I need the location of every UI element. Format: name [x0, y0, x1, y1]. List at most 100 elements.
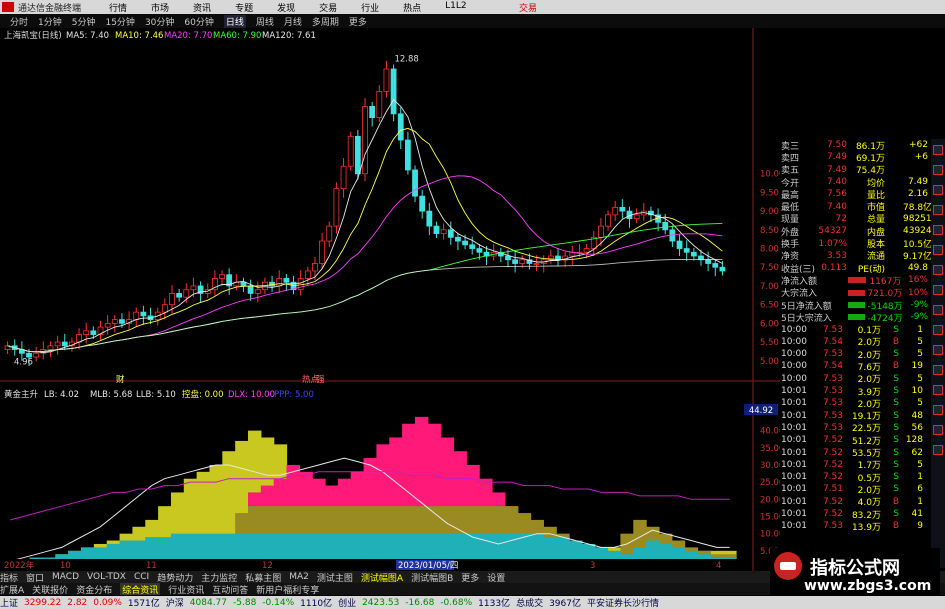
indicator-tab[interactable]: 主力监控 [201, 571, 237, 584]
tool-icon[interactable] [933, 445, 943, 455]
candle-body[interactable] [455, 236, 461, 242]
candle-body[interactable] [469, 244, 476, 249]
candle-body[interactable] [283, 278, 290, 283]
candle-body[interactable] [419, 195, 426, 212]
info-tab[interactable]: 新用户福利专享 [256, 583, 319, 596]
candle-body[interactable] [33, 352, 40, 358]
menu-item[interactable]: 资讯 [193, 1, 211, 14]
candle-body[interactable] [61, 341, 68, 347]
indicator-tab[interactable]: 窗口 [26, 571, 44, 584]
info-tab[interactable]: 综合资讯 [120, 583, 161, 595]
candle-body[interactable] [433, 225, 440, 234]
candle-body[interactable] [276, 278, 283, 287]
tool-icon[interactable] [933, 265, 943, 275]
candle-body[interactable] [712, 263, 719, 268]
candle-body[interactable] [690, 251, 697, 257]
info-tab[interactable]: 互动问答 [212, 583, 248, 596]
candle-body[interactable] [440, 229, 447, 234]
indicator-tab[interactable]: 测试主图 [317, 571, 353, 584]
candle-body[interactable] [362, 105, 368, 175]
candle-body[interactable] [219, 274, 225, 279]
indicator-tab[interactable]: 私募主图 [245, 571, 281, 584]
candle-body[interactable] [683, 248, 690, 253]
candle-body[interactable] [612, 206, 619, 216]
candle-body[interactable] [354, 135, 361, 175]
candle-body[interactable] [319, 240, 326, 264]
candle-body[interactable] [512, 259, 519, 264]
period-tab[interactable]: 月线 [284, 15, 302, 28]
candle-body[interactable] [597, 225, 604, 238]
tool-icon[interactable] [933, 325, 943, 335]
tool-icon[interactable] [933, 205, 943, 215]
period-tab[interactable]: 5分钟 [72, 15, 96, 28]
period-tab[interactable]: 日线 [223, 14, 246, 28]
candle-body[interactable] [605, 214, 611, 227]
tool-icon[interactable] [933, 225, 943, 235]
indicator-tab[interactable]: 趋势动力 [157, 571, 193, 584]
period-tab[interactable]: 分时 [10, 15, 28, 28]
period-tab[interactable]: 周线 [256, 15, 274, 28]
tool-icon[interactable] [933, 425, 943, 435]
menu-item[interactable]: 行情 [109, 1, 127, 14]
candle-body[interactable] [390, 68, 397, 115]
indicator-tab[interactable]: CCI [134, 572, 149, 582]
tool-icon[interactable] [933, 245, 943, 255]
candle-body[interactable] [404, 139, 411, 171]
candle-body[interactable] [140, 311, 147, 317]
indicator-tab[interactable]: 更多 [461, 571, 479, 584]
candle-body[interactable] [104, 322, 111, 328]
indicator-tab[interactable]: VOL-TDX [87, 572, 126, 582]
tool-icon[interactable] [933, 365, 943, 375]
candle-body[interactable] [505, 255, 511, 261]
candle-body[interactable] [340, 165, 347, 190]
tool-icon[interactable] [933, 385, 943, 395]
tool-icon[interactable] [933, 405, 943, 415]
tool-icon[interactable] [933, 145, 943, 155]
candle-body[interactable] [426, 210, 433, 227]
candle-body[interactable] [662, 221, 669, 231]
period-tab[interactable]: 15分钟 [105, 15, 134, 28]
candle-body[interactable] [240, 281, 247, 287]
menu-item[interactable]: 市场 [151, 1, 169, 14]
candle-body[interactable] [447, 229, 454, 238]
menu-item[interactable]: 交易 [319, 1, 337, 14]
candle-body[interactable] [247, 285, 254, 294]
candle-body[interactable] [476, 248, 483, 253]
candle-body[interactable] [312, 263, 318, 272]
candle-body[interactable] [633, 214, 640, 220]
tool-icon[interactable] [933, 305, 943, 315]
candle-body[interactable] [583, 248, 590, 253]
candle-body[interactable] [383, 68, 390, 92]
period-tab[interactable]: 30分钟 [145, 15, 174, 28]
menu-item[interactable]: 热点 [403, 1, 421, 14]
candle-body[interactable] [111, 319, 118, 324]
indicator-tab[interactable]: 设置 [487, 571, 505, 584]
indicator-tab[interactable]: 测试幅图A [361, 571, 403, 584]
candle-body[interactable] [462, 240, 468, 246]
candle-body[interactable] [347, 135, 354, 167]
candle-body[interactable] [533, 263, 540, 265]
stock-chart-area[interactable]: 上海凯宝(日线) MA5: 7.40 MA10: 7.46 MA20: 7.70 MA6… [0, 28, 780, 571]
candle-body[interactable] [26, 352, 32, 358]
period-tab[interactable]: 1分钟 [38, 15, 62, 28]
tool-icon[interactable] [933, 185, 943, 195]
candle-body[interactable] [133, 311, 140, 321]
indicator-tab[interactable]: MA2 [289, 572, 309, 582]
candle-body[interactable] [719, 266, 726, 272]
candle-body[interactable] [304, 270, 311, 279]
candle-body[interactable] [333, 188, 340, 227]
candle-body[interactable] [161, 304, 168, 313]
candle-body[interactable] [190, 285, 197, 291]
candle-body[interactable] [47, 345, 54, 350]
info-tab[interactable]: 行业资讯 [168, 583, 204, 596]
candle-body[interactable] [376, 91, 383, 119]
tool-icon[interactable] [933, 345, 943, 355]
candle-body[interactable] [619, 206, 626, 212]
period-tab[interactable]: 多周期 [312, 15, 339, 28]
candle-body[interactable] [412, 169, 418, 197]
menu-item[interactable]: 行业 [361, 1, 379, 14]
candle-body[interactable] [54, 341, 61, 347]
info-tab[interactable]: 扩展A [0, 583, 24, 596]
candle-body[interactable] [705, 259, 712, 264]
candle-body[interactable] [676, 240, 683, 249]
